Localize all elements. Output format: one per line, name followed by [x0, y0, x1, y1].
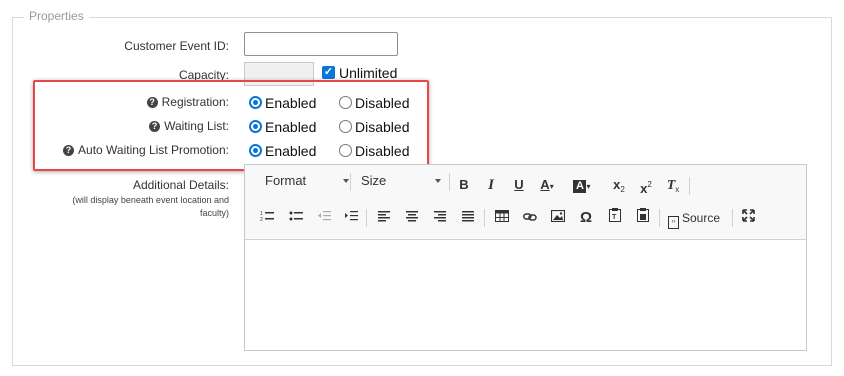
- customer-event-id-input[interactable]: [244, 32, 398, 56]
- superscript-button[interactable]: x2: [636, 174, 656, 196]
- rich-text-editor: Format Size B I U A▾ A ▾ x2 x2 Tx 12 Ω T…: [244, 164, 807, 351]
- unlimited-label[interactable]: Unlimited: [339, 65, 397, 81]
- align-right-icon[interactable]: [430, 207, 450, 229]
- maximize-icon[interactable]: [738, 207, 758, 229]
- chevron-down-icon: [343, 179, 349, 183]
- additional-details-sublabel: (will display beneath event location and…: [72, 194, 229, 220]
- numbered-list-icon[interactable]: 12: [257, 207, 277, 229]
- image-icon[interactable]: [548, 207, 568, 229]
- paste-word-icon[interactable]: [633, 207, 653, 229]
- decrease-indent-icon[interactable]: [314, 207, 334, 229]
- editor-content-area[interactable]: [245, 240, 806, 350]
- link-icon[interactable]: [520, 207, 540, 229]
- toolbar-separator: [732, 209, 733, 227]
- bold-button[interactable]: B: [454, 174, 474, 196]
- chevron-down-icon: [435, 179, 441, 183]
- format-dropdown[interactable]: Format: [253, 170, 355, 192]
- remove-format-button[interactable]: Tx: [663, 174, 683, 196]
- italic-button[interactable]: I: [481, 174, 501, 196]
- toolbar-separator: [689, 177, 690, 195]
- svg-text:T: T: [612, 214, 617, 221]
- unlimited-checkbox[interactable]: ✓: [322, 66, 335, 79]
- sublabel-line1: (will display beneath event location and: [72, 195, 229, 205]
- paste-text-icon[interactable]: T: [605, 207, 625, 229]
- svg-text:2: 2: [260, 217, 263, 222]
- size-dropdown[interactable]: Size: [353, 170, 447, 192]
- toolbar-separator: [366, 209, 367, 227]
- align-center-icon[interactable]: [402, 207, 422, 229]
- underline-button[interactable]: U: [509, 174, 529, 196]
- format-dropdown-label: Format: [265, 173, 307, 188]
- properties-legend: Properties: [24, 9, 89, 23]
- table-icon[interactable]: [492, 207, 512, 229]
- source-button[interactable]: ‹› Source: [666, 207, 722, 229]
- special-character-icon[interactable]: Ω: [576, 207, 596, 229]
- toolbar-separator: [659, 209, 660, 227]
- toolbar-separator: [449, 173, 450, 191]
- customer-event-id-label: Customer Event ID:: [124, 39, 229, 53]
- align-left-icon[interactable]: [374, 207, 394, 229]
- bullet-list-icon[interactable]: [286, 207, 306, 229]
- toolbar-separator: [484, 209, 485, 227]
- sublabel-line2: faculty): [199, 208, 229, 218]
- editor-toolbar: Format Size B I U A▾ A ▾ x2 x2 Tx 12 Ω T…: [245, 165, 806, 240]
- justify-icon[interactable]: [458, 207, 478, 229]
- toolbar-separator: [350, 173, 351, 191]
- background-color-button[interactable]: A ▾: [572, 174, 592, 196]
- subscript-button[interactable]: x2: [609, 174, 629, 196]
- source-icon: ‹›: [667, 216, 679, 229]
- text-color-button[interactable]: A▾: [537, 174, 557, 196]
- highlight-box: [33, 80, 429, 171]
- source-label: Source: [681, 211, 721, 225]
- size-dropdown-label: Size: [361, 173, 387, 188]
- additional-details-label: Additional Details:: [132, 178, 229, 192]
- increase-indent-icon[interactable]: [341, 207, 361, 229]
